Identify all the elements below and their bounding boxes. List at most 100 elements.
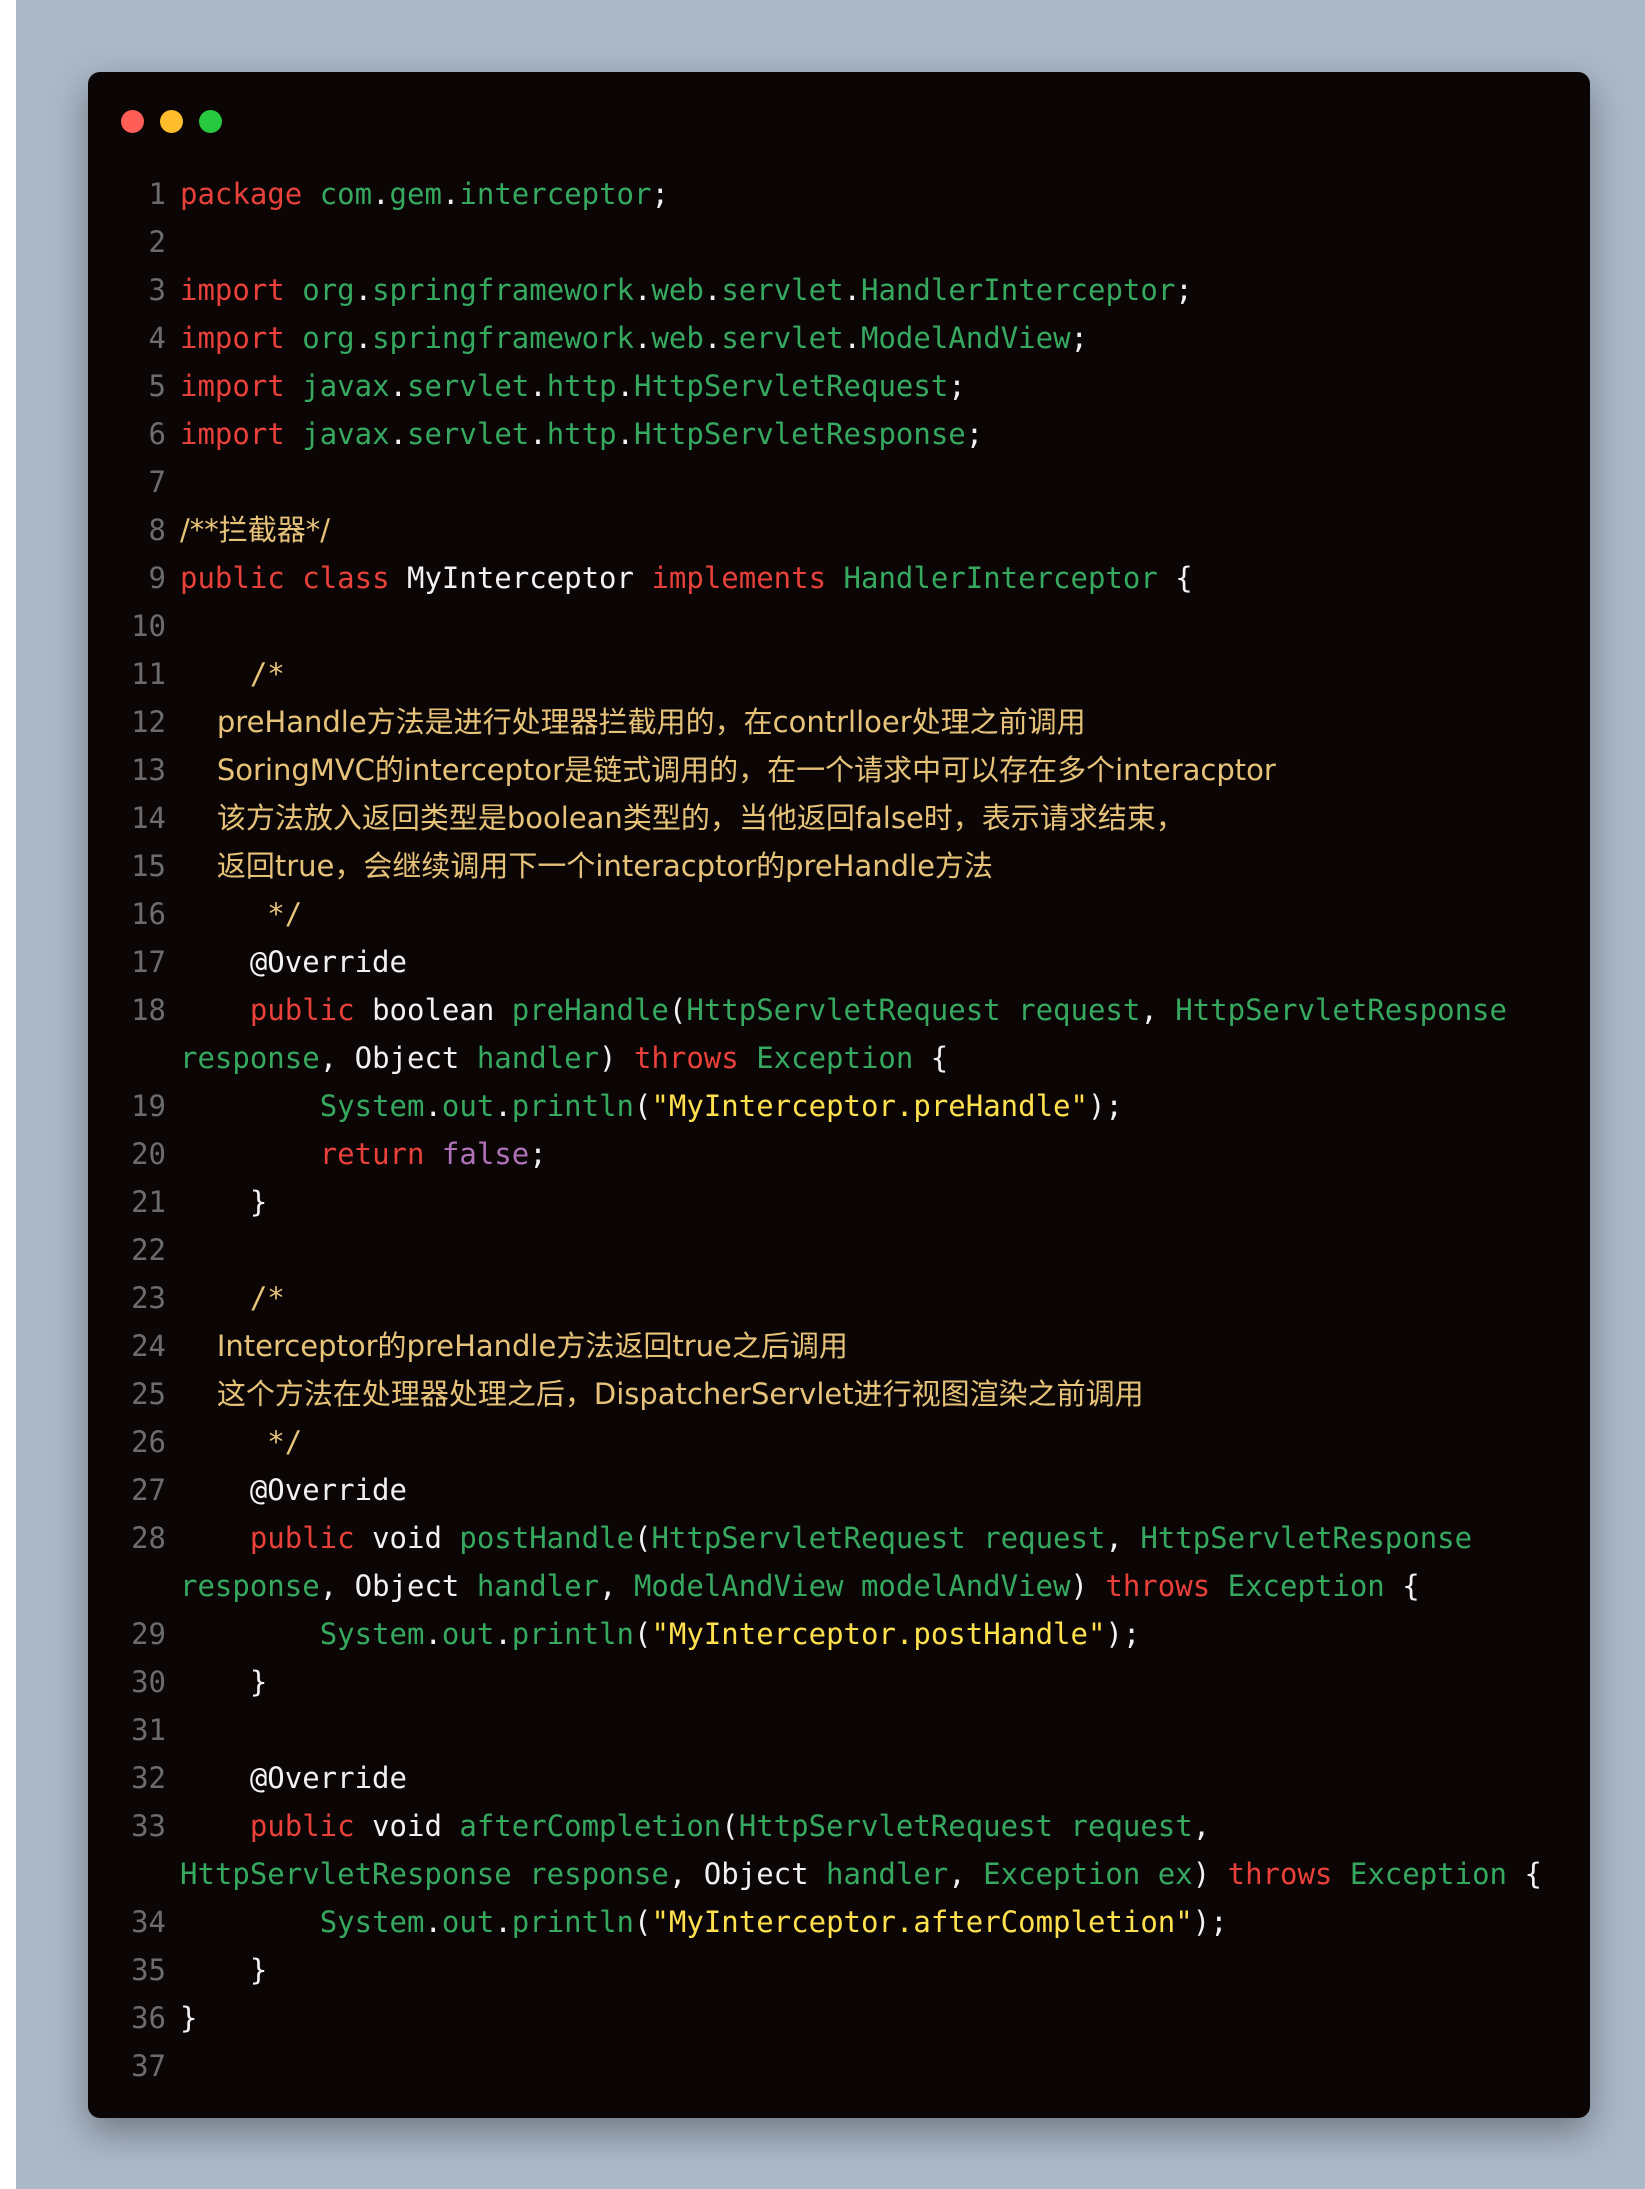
token-keyword: class <box>302 561 390 595</box>
token-identifier: servlet <box>407 417 530 451</box>
token-identifier: request <box>1070 1809 1193 1843</box>
code-text: Interceptor的preHandle方法返回true之后调用 <box>180 1322 848 1370</box>
code-text: @Override <box>180 1754 407 1802</box>
token-keyword: import <box>180 273 285 307</box>
token-identifier: servlet <box>407 369 530 403</box>
line-number: 26 <box>131 1425 166 1459</box>
token-text: void <box>354 1521 460 1555</box>
token-keyword: throws <box>633 1041 739 1075</box>
code-text: public class MyInterceptor implements Ha… <box>180 554 1193 602</box>
token-identifier: HttpServletRequest <box>634 369 949 403</box>
token-text: ( <box>634 1617 652 1651</box>
token-text: ; <box>1175 273 1193 307</box>
code-text: /* <box>180 650 285 698</box>
token-text: ; <box>651 177 669 211</box>
code-line: 1 package com.gem.interceptor; <box>88 170 1590 218</box>
code-text: } <box>180 1658 267 1706</box>
token-text: , <box>1140 993 1176 1027</box>
token-keyword: public <box>249 1521 355 1555</box>
token-text: . <box>494 1905 512 1939</box>
token-text: , <box>948 1857 984 1891</box>
line-number: 31 <box>131 1713 166 1747</box>
token-keyword: import <box>180 369 285 403</box>
code-text: System.out.println("MyInterceptor.preHan… <box>180 1082 1123 1130</box>
maximize-dot-icon[interactable] <box>199 110 222 133</box>
line-number: 9 <box>148 561 166 595</box>
token-identifier: gem <box>389 177 442 211</box>
token-identifier: handler <box>476 1569 600 1603</box>
line-number: 2 <box>148 225 166 259</box>
code-text: return false; <box>180 1130 547 1178</box>
token-text: } <box>180 1953 268 1987</box>
code-text: } <box>180 1178 267 1226</box>
code-line: 22 <box>88 1226 1590 1274</box>
token-text: { <box>913 1041 949 1075</box>
token-keyword: public <box>249 1809 355 1843</box>
token-text: ); <box>1087 1089 1123 1123</box>
token-identifier: HttpServletRequest <box>738 1809 1054 1843</box>
token-text: . <box>372 177 390 211</box>
token-identifier: Exception <box>1227 1569 1385 1603</box>
token-identifier: ModelAndView <box>861 321 1071 355</box>
code-line: 37 <box>88 2042 1590 2090</box>
token-text: . <box>703 321 722 355</box>
token-comment: SoringMVC的interceptor是链式调用的，在一个请求中可以存在多个… <box>180 753 1276 787</box>
line-number: 7 <box>148 465 166 499</box>
token-text: . <box>354 273 373 307</box>
token-text: ( <box>634 1089 652 1123</box>
token-identifier: afterCompletion <box>459 1809 722 1843</box>
minimize-dot-icon[interactable] <box>160 110 183 133</box>
code-text: */ <box>180 1418 302 1466</box>
token-identifier: System <box>319 1905 425 1939</box>
token-identifier: springframework <box>372 273 634 307</box>
token-text: @Override <box>180 1761 407 1795</box>
token-comment: 该方法放入返回类型是boolean类型的，当他返回false时，表示请求结束， <box>180 801 1185 835</box>
token-identifier: http <box>546 369 617 403</box>
code-line: 21 } <box>88 1178 1590 1226</box>
line-number: 11 <box>131 657 166 691</box>
window-controls <box>121 110 238 134</box>
token-text: ); <box>1192 1905 1228 1939</box>
token-identifier: javax <box>302 417 390 451</box>
token-identifier: HandlerInterceptor <box>861 273 1176 307</box>
token-identifier: System <box>319 1089 425 1123</box>
token-text: { <box>1507 1857 1542 1891</box>
code-text-wrapped: response, Object handler) throws Excepti… <box>180 1034 948 1082</box>
token-identifier: println <box>511 1905 634 1939</box>
code-line: 29 System.out.println("MyInterceptor.pos… <box>88 1610 1590 1658</box>
token-identifier: preHandle <box>511 993 669 1027</box>
line-number: 22 <box>131 1233 166 1267</box>
line-number: 33 <box>131 1809 166 1843</box>
code-line: 6 import javax.servlet.http.HttpServletRe… <box>88 410 1590 458</box>
token-text: . <box>529 417 547 451</box>
code-line: 23 /* <box>88 1274 1590 1322</box>
line-number: 14 <box>131 801 166 835</box>
token-text: . <box>634 273 652 307</box>
token-text: , <box>599 1569 634 1603</box>
token-text: . <box>843 321 862 355</box>
code-text: import org.springframework.web.servlet.M… <box>180 314 1088 362</box>
line-number: 29 <box>131 1617 166 1651</box>
token-identifier: HttpServletResponse <box>1175 993 1507 1027</box>
token-text: { <box>1384 1569 1420 1603</box>
code-line: 3 import org.springframework.web.servlet.… <box>88 266 1590 314</box>
token-text: . <box>424 1089 442 1123</box>
token-identifier: println <box>511 1617 634 1651</box>
token-identifier: System <box>319 1617 425 1651</box>
code-line: 10 <box>88 602 1590 650</box>
line-number: 10 <box>131 609 166 643</box>
code-line: 26 */ <box>88 1418 1590 1466</box>
token-text: void <box>354 1809 460 1843</box>
token-identifier: javax <box>302 369 390 403</box>
line-number: 35 <box>131 1953 166 1987</box>
token-text: } <box>180 1185 268 1219</box>
token-text: ; <box>529 1137 547 1171</box>
token-text: . <box>843 273 862 307</box>
token-identifier: springframework <box>372 321 634 355</box>
close-dot-icon[interactable] <box>121 110 144 133</box>
code-text-wrapped: response, Object handler, ModelAndView m… <box>180 1562 1420 1610</box>
token-text: . <box>389 369 408 403</box>
token-identifier: HttpServletResponse <box>180 1857 512 1891</box>
